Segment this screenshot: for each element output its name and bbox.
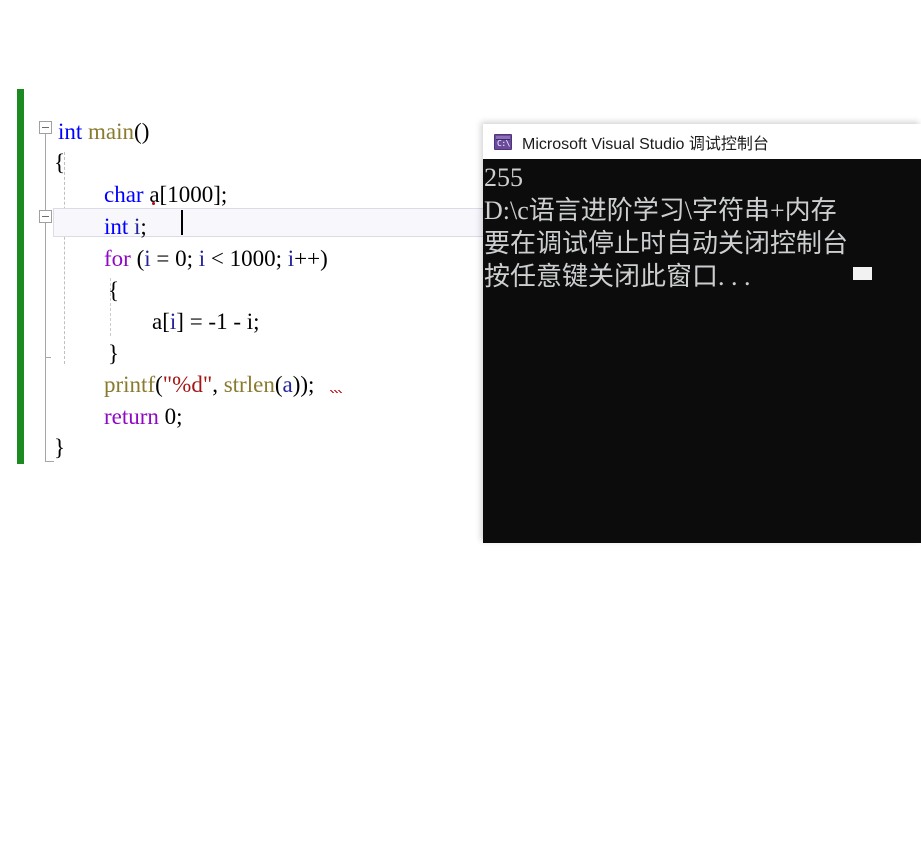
token-paren-printf: ( [155, 372, 163, 397]
token-paren-strlen: ( [274, 372, 283, 397]
code-line-10[interactable]: return 0; [104, 401, 183, 433]
token-array-a: a [152, 309, 163, 334]
token-keyword-char: char [104, 182, 144, 207]
console-output-line-1: 255 [484, 163, 523, 192]
token-for-init: = 0; [150, 246, 199, 271]
console-title-text: Microsoft Visual Studio 调试控制台 [522, 135, 769, 153]
token-keyword-int-2: int [104, 214, 129, 239]
code-line-9[interactable]: printf("%d", strlen(a)); [104, 369, 314, 401]
token-parens-1: () [134, 119, 150, 144]
token-brace-open-main: { [54, 150, 66, 175]
token-brace-open-for: { [108, 278, 120, 303]
console-text-cursor [853, 267, 872, 280]
console-output-line-4: 按任意键关闭此窗口. . . [484, 262, 751, 291]
token-control-return: return [104, 404, 159, 429]
console-window-icon: C:\ [494, 133, 512, 150]
code-line-6[interactable]: { [108, 275, 119, 307]
code-line-3[interactable]: char a[1000]; [104, 179, 227, 211]
token-brace-close-for: } [108, 341, 120, 366]
debug-console-window[interactable]: C:\ Microsoft Visual Studio 调试控制台 255 D:… [483, 124, 921, 543]
token-paren-open-for: ( [130, 246, 145, 271]
error-squiggle-strlen-arg [330, 390, 342, 393]
code-line-11[interactable]: } [54, 432, 65, 464]
token-function-strlen: strlen [223, 372, 275, 397]
token-semicolon-4: ; [140, 214, 147, 239]
intellisense-marker-dot [152, 202, 155, 205]
code-line-8[interactable]: } [108, 338, 119, 370]
token-function-printf: printf [104, 372, 156, 397]
code-line-7[interactable]: a[i] = -1 - i; [152, 306, 260, 338]
token-return-value: 0; [158, 404, 183, 429]
code-line-2[interactable]: { [54, 147, 65, 179]
token-for-incr: ++) [294, 246, 328, 271]
token-function-main: main [88, 119, 135, 144]
code-line-5[interactable]: for (i = 0; i < 1000; i++) [104, 243, 328, 275]
token-comma-9: , [212, 372, 224, 397]
console-output-line-3: 要在调试停止时自动关闭控制台 [484, 229, 849, 258]
console-output-line-2: D:\c语言进阶学习\字符串+内存 [484, 196, 837, 225]
code-line-1[interactable]: int main() [58, 116, 149, 148]
token-array-size: [1000]; [159, 182, 228, 207]
token-arg-a: a [282, 372, 293, 397]
token-bracket-open: [ [162, 309, 170, 334]
token-bracket-close: ] [176, 309, 184, 334]
token-control-for: for [104, 246, 131, 271]
console-output-area[interactable]: 255 D:\c语言进阶学习\字符串+内存 要在调试停止时自动关闭控制台 按任意… [483, 159, 921, 543]
token-assign-expr: = -1 - i; [183, 309, 260, 334]
token-brace-close-main: } [54, 435, 66, 460]
console-icon-glyph: C:\ [497, 138, 510, 148]
token-keyword-int: int [58, 119, 83, 144]
token-close-9: )); [292, 372, 315, 397]
token-for-cond: < 1000; [205, 246, 288, 271]
console-title-bar[interactable]: C:\ Microsoft Visual Studio 调试控制台 [483, 124, 921, 160]
code-line-4[interactable]: int i; [104, 211, 147, 243]
token-string-format: "%d" [162, 372, 213, 397]
